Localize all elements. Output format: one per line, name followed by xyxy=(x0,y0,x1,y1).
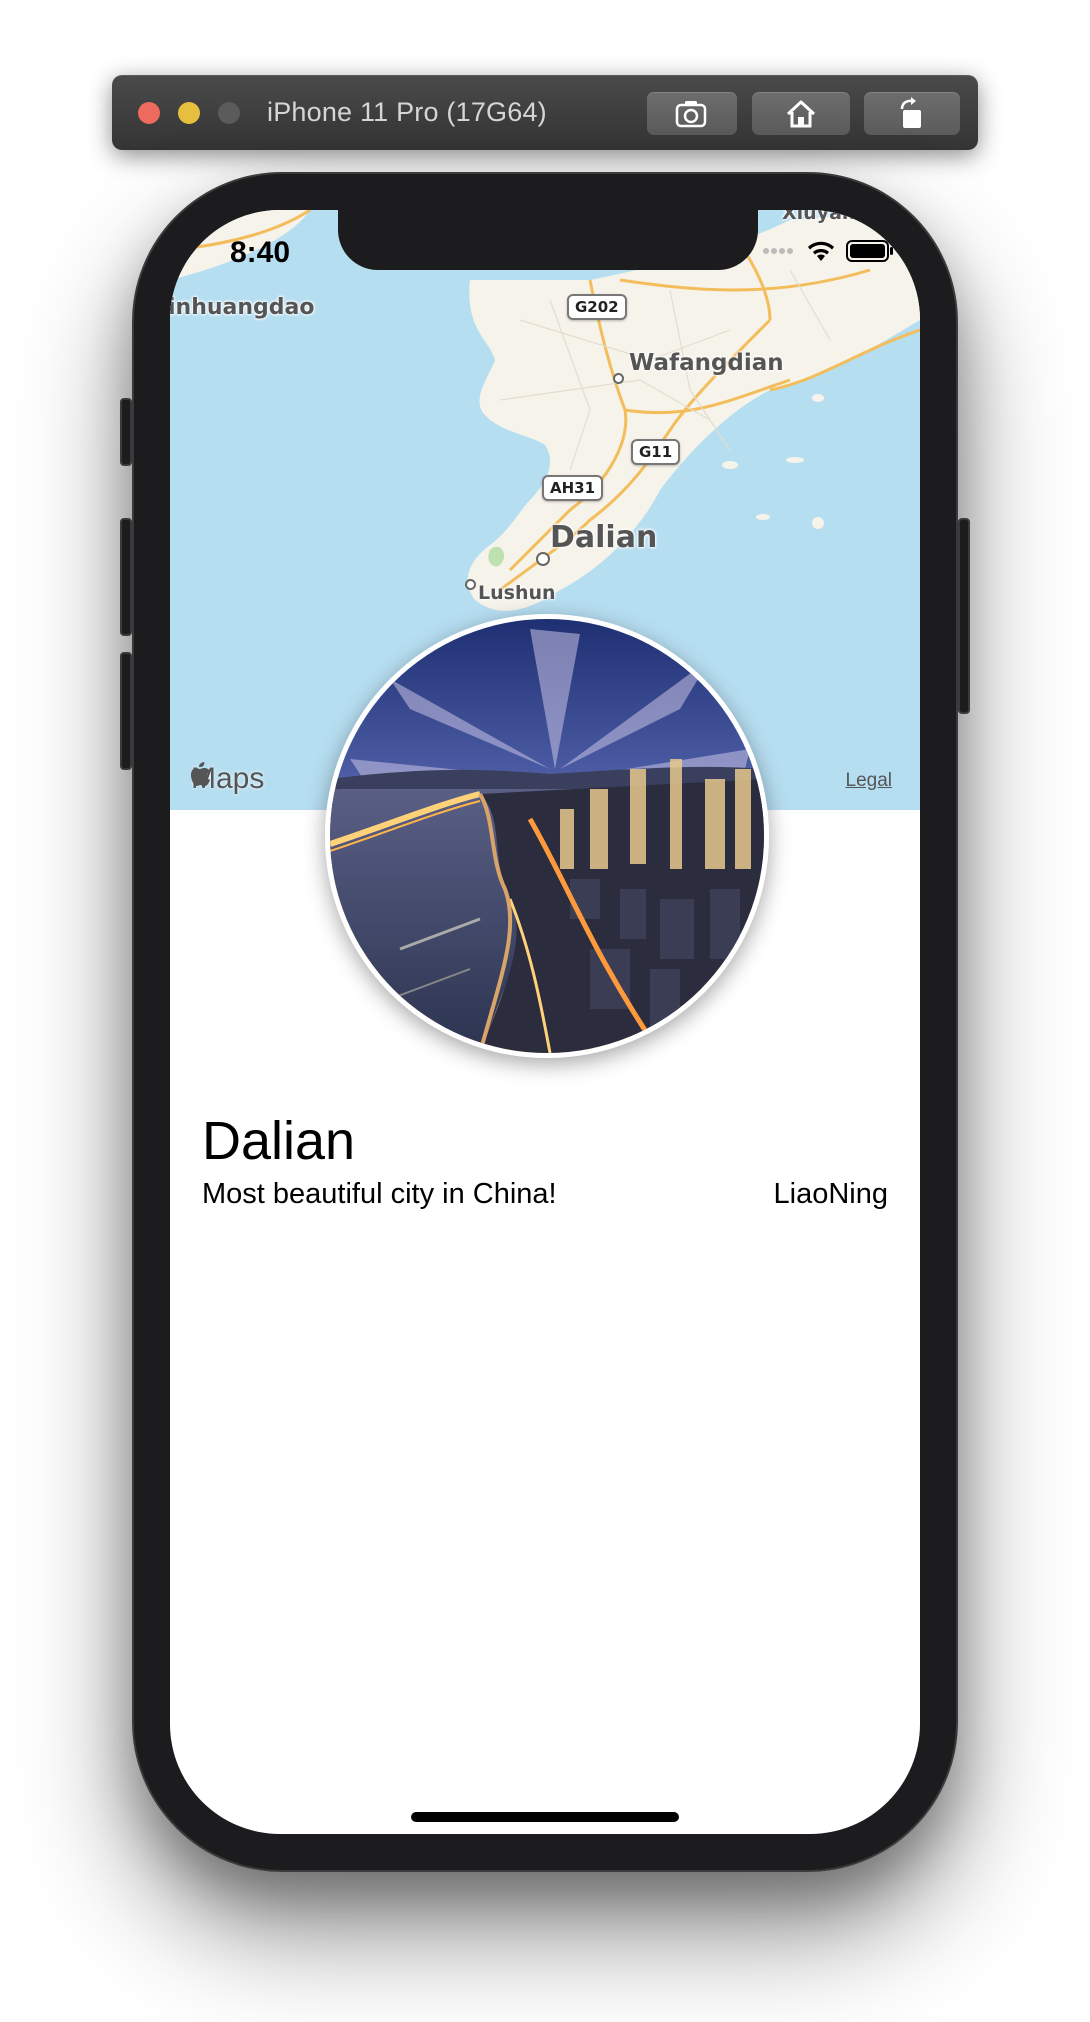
battery-icon xyxy=(846,240,893,262)
map-label-lushun: Lushun xyxy=(478,582,556,604)
apple-maps-logo: Maps xyxy=(190,762,264,796)
map-label-dalian: Dalian xyxy=(550,520,658,555)
simulator-stage: iPhone 11 Pro (17G64) inhuangdao Xiuyan … xyxy=(0,0,1090,2022)
power-button xyxy=(958,518,970,714)
volume-down-button xyxy=(120,652,132,770)
simulator-toolbar: iPhone 11 Pro (17G64) xyxy=(112,75,978,150)
city-marker-dalian xyxy=(536,552,550,566)
display-notch xyxy=(338,210,758,270)
close-window-button[interactable] xyxy=(138,102,160,124)
status-indicators xyxy=(762,240,894,262)
city-marker-wafangdian xyxy=(613,373,624,384)
home-icon xyxy=(786,100,816,127)
road-shield-g202: G202 xyxy=(567,294,627,320)
minimize-window-button[interactable] xyxy=(178,102,200,124)
map-label-wafangdian: Wafangdian xyxy=(629,350,784,376)
city-title: Dalian xyxy=(202,1111,356,1171)
wifi-icon xyxy=(808,241,834,261)
simulator-title: iPhone 11 Pro (17G64) xyxy=(267,97,547,127)
zoom-window-button[interactable] xyxy=(218,102,240,124)
city-region: LiaoNing xyxy=(773,1178,888,1210)
city-photo xyxy=(325,614,769,1058)
road-shield-g11: G11 xyxy=(631,439,681,465)
status-time: 8:40 xyxy=(230,236,291,269)
apple-logo-icon xyxy=(191,762,210,786)
signal-dots-icon xyxy=(763,248,793,254)
map-label-qinhuangdao: inhuangdao xyxy=(170,295,315,320)
camera-icon xyxy=(675,100,707,127)
rotate-icon xyxy=(900,96,921,128)
home-button[interactable] xyxy=(752,92,850,135)
rotate-button[interactable] xyxy=(864,92,960,135)
road-shield-ah31: AH31 xyxy=(542,475,604,501)
city-marker-lushun xyxy=(465,579,476,590)
home-indicator[interactable] xyxy=(411,1812,679,1822)
silent-switch xyxy=(120,398,132,466)
legal-link[interactable]: Legal xyxy=(846,770,893,792)
screenshot-button[interactable] xyxy=(647,92,737,135)
city-photo-image xyxy=(330,619,764,1053)
map-label-xiuyan: Xiuyan xyxy=(782,210,856,224)
volume-up-button xyxy=(120,518,132,636)
city-subtitle: Most beautiful city in China! xyxy=(202,1178,557,1210)
phone-screen: inhuangdao Xiuyan Wafangdian Dalian Lush… xyxy=(170,210,920,1834)
